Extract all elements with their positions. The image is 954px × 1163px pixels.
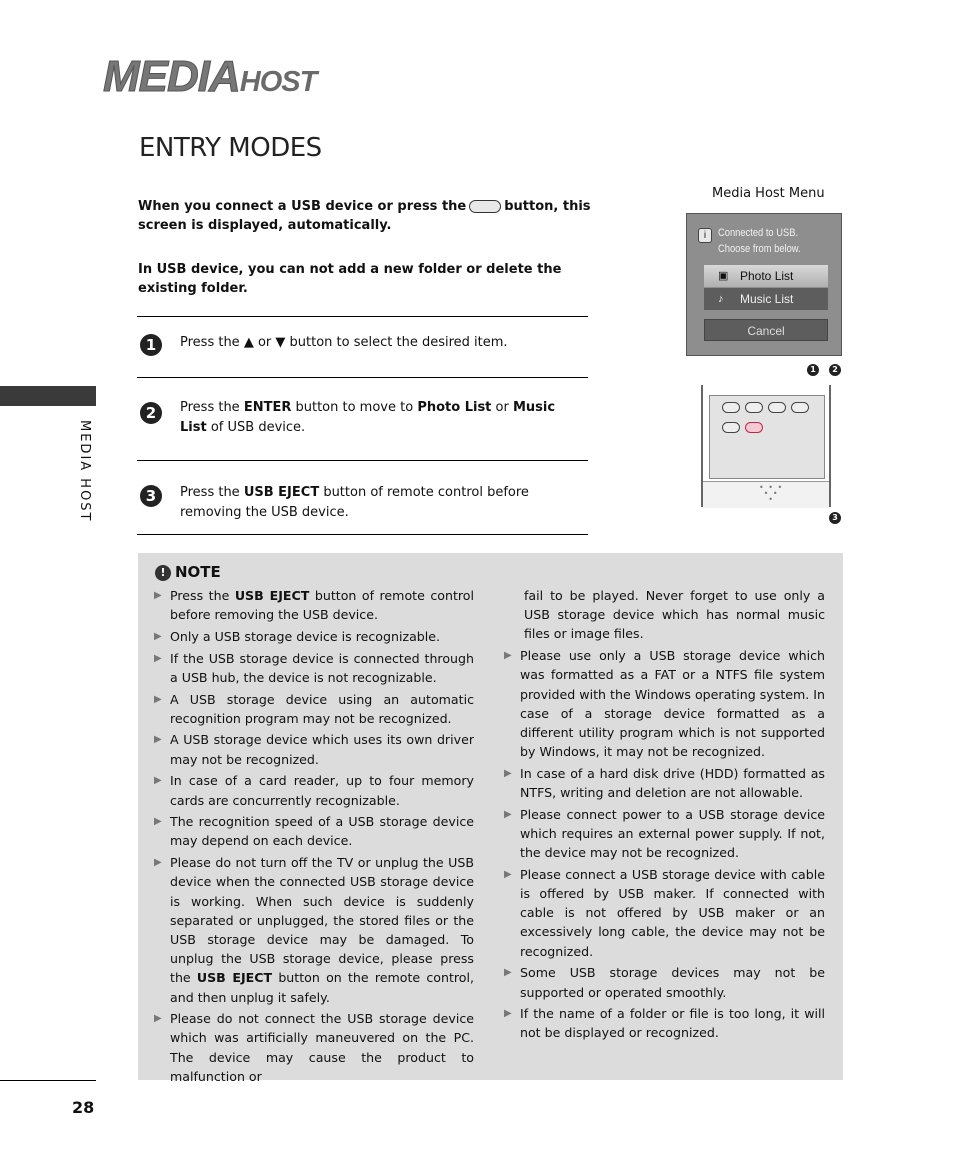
bullet-triangle-icon: ▶ [154,590,162,601]
step-ref-3: 3 [829,512,841,524]
info-icon: i [698,228,712,243]
bullet-triangle-icon: ▶ [504,1008,512,1020]
remote-key[interactable] [768,402,786,413]
menu-message: Connected to USB. Choose from below. [718,227,801,255]
remote-key[interactable] [722,402,740,413]
photo-list-option[interactable]: ▣ Photo List [704,265,828,287]
note-item: ▶ In case of a card reader, up to four me… [154,773,474,808]
divider [137,316,588,317]
bullet-triangle-icon: ▶ [504,650,512,662]
media-host-menu: i Connected to USB. Choose from below. ▣… [686,213,842,356]
down-arrow-icon: ▼ [275,335,286,350]
note-item: ▶ Please do not turn off the TV or unplug… [154,855,475,1005]
step-number-2: 2 [140,402,162,424]
note-item: ▶ Please connect power to a USB storage d… [504,806,825,861]
note-item: ▶ If the USB storage device is connected … [154,650,474,685]
bullet-triangle-icon: ▶ [154,775,162,787]
remote-bottom: • • • • • • [703,481,829,508]
note-column-right: fail to be played. Never forget to use o… [504,586,825,1045]
section-title: ENTRY MODES [139,133,322,163]
bullet-triangle-icon: ▶ [154,630,162,642]
divider [137,377,588,378]
step-1-text: Press the ▲ or ▼ button to select the de… [180,335,508,350]
note-item: ▶ In case of a hard disk drive (HDD) form… [504,765,825,801]
step-2-text: Press the ENTER button to move to Photo … [180,400,556,435]
footer-rule [0,1080,96,1081]
media-host-logo: MEDIAHOST [103,52,318,102]
remote-key[interactable] [745,402,763,413]
note-column-left: ▶ Press the USB EJECT button of remote co… [154,586,474,1089]
step-number-3: 3 [140,485,162,507]
remote-key[interactable] [722,422,740,433]
sidebar-tab-bar [0,386,96,406]
speaker-dots-icon: • • • • • • [759,483,784,504]
bullet-triangle-icon: ▶ [154,734,162,746]
step-ref-2: 2 [829,364,841,376]
intro-paragraph-2: In USB device, you can not add a new fol… [138,262,562,296]
note-item: ▶ Only a USB storage device is recognizab… [154,627,474,646]
sidebar-section-label: MEDIA HOST [77,420,92,523]
page-number: 28 [72,1098,95,1117]
step-3-text: Press the USB EJECT button of remote con… [180,485,529,520]
bullet-triangle-icon: ▶ [154,1013,162,1025]
note-item: ▶ Press the USB EJECT button of remote co… [154,588,474,623]
step-ref-1: 1 [807,364,819,376]
note-box: ! NOTE ▶ Press the USB EJECT button of rem… [138,553,843,1084]
bullet-triangle-icon: ▶ [504,868,512,880]
music-list-option[interactable]: ♪ Music List [704,288,828,310]
bullet-triangle-icon: ▶ [504,967,512,979]
note-item: ▶ A USB storage device which uses its own… [154,732,474,767]
intro-text-before: When you connect a USB device or press t… [138,199,467,214]
note-item: ▶ Please use only a USB storage device wh… [504,648,825,760]
warning-icon: ! [155,565,171,581]
note-item: ▶ The recognition speed of a USB storage … [154,814,474,849]
remote-control-illustration: • • • • • • [701,385,831,508]
bullet-triangle-icon: ▶ [154,857,162,869]
note-item: ▶ Please do not connect the USB storage d… [154,1011,474,1084]
remote-key[interactable] [791,402,809,413]
intro-paragraph-1: When you connect a USB device or press t… [138,197,608,235]
divider [137,460,588,461]
note-item: ▶ A USB storage device using an automatic… [154,691,474,726]
step-number-1: 1 [140,334,162,356]
menu-caption: Media Host Menu [712,186,825,201]
cancel-button[interactable]: Cancel [704,319,828,341]
bullet-triangle-icon: ▶ [154,693,162,705]
photo-icon: ▣ [718,270,729,282]
music-note-icon: ♪ [718,293,724,305]
note-continuation: fail to be played. Never forget to use o… [524,588,825,642]
logo-main: MEDIA [103,52,242,102]
bullet-triangle-icon: ▶ [154,816,162,828]
usb-eject-key[interactable] [745,422,763,433]
note-item: ▶ Some USB storage devices may not be sup… [504,965,825,1000]
note-heading: ! NOTE [155,563,221,581]
logo-sub: HOST [239,66,318,98]
note-item: ▶ Please connect a USB storage device wit… [504,866,825,959]
bullet-triangle-icon: ▶ [504,808,512,820]
bullet-triangle-icon: ▶ [504,767,512,779]
media-host-button-icon [469,200,502,213]
note-item: ▶ If the name of a folder or file is too … [504,1006,825,1041]
divider [137,534,588,535]
bullet-triangle-icon: ▶ [154,652,162,664]
up-arrow-icon: ▲ [243,335,254,350]
remote-key-panel [709,395,825,479]
